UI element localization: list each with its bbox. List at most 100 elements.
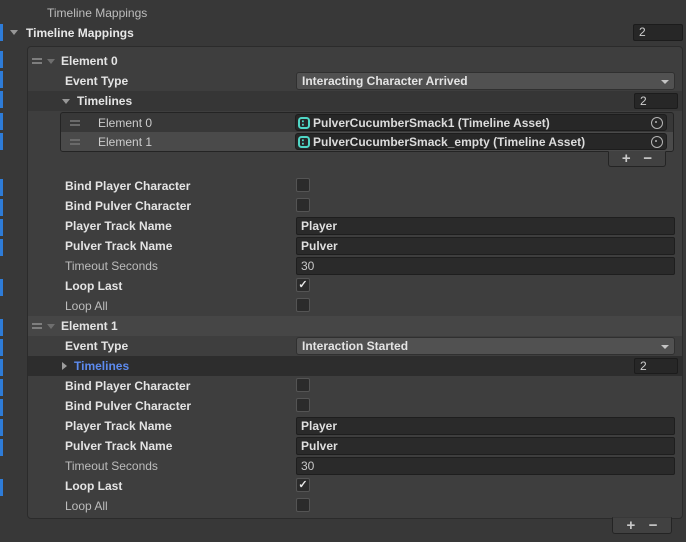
bind-pulver-label: Bind Pulver Character [28,199,191,213]
unity-inspector-panel: { "inspector": { "property_header": "Tim… [0,0,686,542]
add-element-button[interactable]: + [622,152,631,166]
foldout-open-icon[interactable] [10,30,18,35]
array-size-field[interactable]: 2 [634,358,678,374]
override-bar [0,419,3,436]
timelines-sublist: Element 0 PulverCucumberSmack1 (Timeline… [60,112,674,152]
event-type-value: Interacting Character Arrived [302,74,468,88]
event-type-value: Interaction Started [302,339,408,353]
override-bar [0,113,3,130]
remove-element-button[interactable]: − [649,519,658,533]
timelines-list-footer: + − [608,151,666,167]
pulver-track-input[interactable] [296,237,675,255]
bind-player-row: Bind Player Character [28,176,682,196]
player-track-label: Player Track Name [28,419,172,433]
override-bar [0,359,3,376]
player-track-input[interactable] [296,217,675,235]
chevron-down-icon [661,80,669,84]
override-bar [0,71,3,88]
override-bar [0,279,3,296]
drag-handle-icon[interactable] [32,58,42,64]
pulver-track-input[interactable] [296,437,675,455]
add-element-button[interactable]: + [626,519,635,533]
drag-handle-icon[interactable] [70,139,80,145]
event-type-dropdown[interactable]: Interacting Character Arrived [296,72,675,90]
drag-handle-icon[interactable] [32,323,42,329]
timeline-asset-field[interactable]: PulverCucumberSmack_empty (Timeline Asse… [295,133,667,150]
timeline-item-row[interactable]: Element 0 PulverCucumberSmack1 (Timeline… [61,113,673,132]
bind-player-row: Bind Player Character [28,376,682,396]
loop-last-row: Loop Last ✓ [28,476,682,496]
pulver-track-label: Pulver Track Name [28,239,172,253]
bind-player-label: Bind Player Character [28,379,190,393]
loop-last-row: Loop Last ✓ [28,276,682,296]
element-0-timelines-foldout[interactable]: Timelines 2 [28,91,682,111]
property-header-label: Timeline Mappings [0,0,686,20]
loop-last-checkbox[interactable]: ✓ [296,478,310,492]
element-0-header[interactable]: Element 0 [28,51,682,71]
foldout-open-icon[interactable] [47,324,55,329]
element-0-title: Element 0 [61,54,118,68]
loop-last-label: Loop Last [28,279,122,293]
loop-all-label: Loop All [28,299,108,313]
event-type-label: Event Type [28,339,128,353]
event-type-dropdown[interactable]: Interaction Started [296,337,675,355]
player-track-label: Player Track Name [28,219,172,233]
override-bar [0,379,3,396]
timelines-label: Timelines [77,94,132,108]
bind-pulver-row: Bind Pulver Character [28,396,682,416]
timeout-input[interactable] [296,457,675,475]
timeout-label: Timeout Seconds [28,459,158,473]
timeline-mappings-list: Element 0 Event Type Interacting Charact… [27,46,683,519]
event-type-row: Event Type Interaction Started [28,336,682,356]
array-size-field[interactable]: 2 [634,93,678,109]
element-1-timelines-foldout[interactable]: Timelines 2 [28,356,682,376]
loop-last-checkbox[interactable]: ✓ [296,278,310,292]
event-type-row: Event Type Interacting Character Arrived [28,71,682,91]
drag-handle-icon[interactable] [70,120,80,126]
timeout-input[interactable] [296,257,675,275]
foldout-closed-icon[interactable] [62,362,67,370]
override-bar [0,479,3,496]
foldout-open-icon[interactable] [47,59,55,64]
loop-all-checkbox[interactable] [296,498,310,512]
timeline-asset-icon [298,136,310,148]
foldout-open-icon[interactable] [62,99,70,104]
override-bar [0,239,3,256]
array-size-field[interactable]: 2 [633,24,683,41]
bind-pulver-checkbox[interactable] [296,398,310,412]
bind-player-checkbox[interactable] [296,378,310,392]
pulver-track-row: Pulver Track Name [28,436,682,456]
element-1-header[interactable]: Element 1 [28,316,682,336]
pulver-track-label: Pulver Track Name [28,439,172,453]
loop-all-label: Loop All [28,499,108,513]
timeout-row: Timeout Seconds [28,456,682,476]
override-bar [0,399,3,416]
timeline-asset-field[interactable]: PulverCucumberSmack1 (Timeline Asset) [295,114,667,131]
bind-pulver-checkbox[interactable] [296,198,310,212]
override-bar [0,439,3,456]
player-track-input[interactable] [296,417,675,435]
object-picker-icon[interactable] [651,136,663,148]
event-type-label: Event Type [28,74,128,88]
loop-all-checkbox[interactable] [296,298,310,312]
override-bar [0,219,3,236]
override-bar [0,319,3,336]
timeline-asset-icon [298,117,310,129]
override-bar [0,199,3,216]
loop-all-row: Loop All [28,296,682,316]
override-bar [0,339,3,356]
remove-element-button[interactable]: − [643,152,652,166]
object-picker-icon[interactable] [651,117,663,129]
bind-player-checkbox[interactable] [296,178,310,192]
timeline-mappings-label: Timeline Mappings [26,26,134,40]
checkmark-icon: ✓ [298,280,307,291]
timeline-mappings-foldout[interactable]: Timeline Mappings 2 [0,23,686,42]
timeout-label: Timeout Seconds [28,259,158,273]
loop-last-label: Loop Last [28,479,122,493]
timeline-item-label: Element 0 [98,116,152,130]
bind-player-label: Bind Player Character [28,179,190,193]
element-1-title: Element 1 [61,319,118,333]
timeline-item-row[interactable]: Element 1 PulverCucumberSmack_empty (Tim… [61,132,673,151]
timelines-label: Timelines [74,359,129,373]
loop-all-row: Loop All [28,496,682,516]
